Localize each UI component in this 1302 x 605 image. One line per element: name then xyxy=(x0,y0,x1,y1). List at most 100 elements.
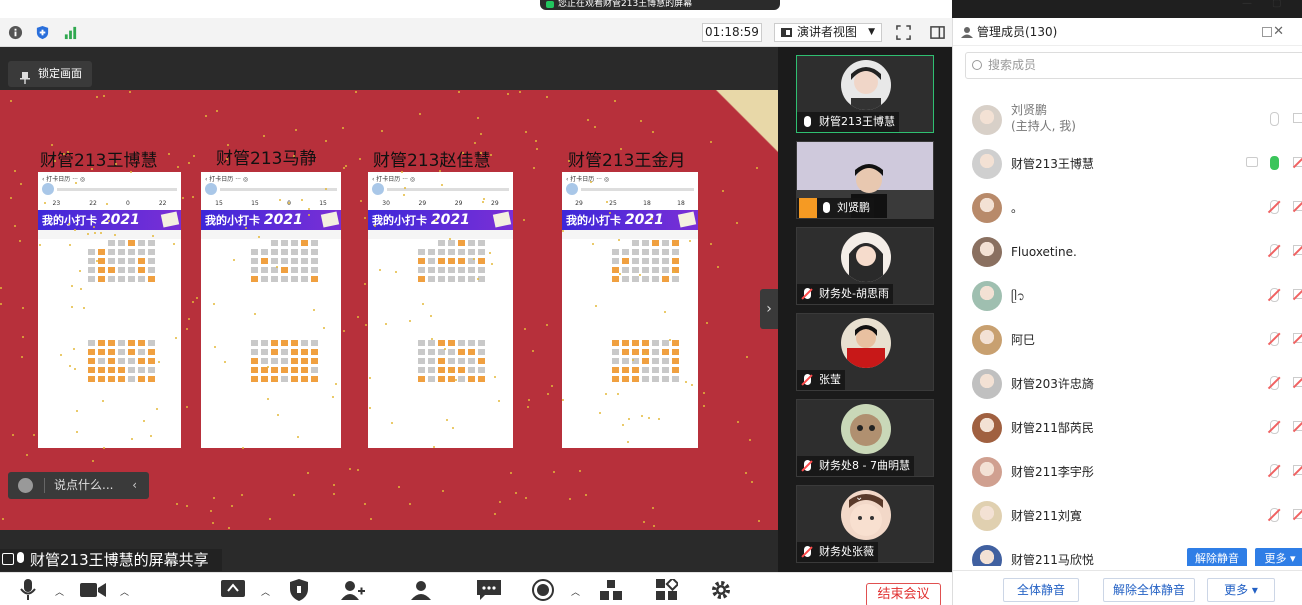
close-icon[interactable]: ✕ xyxy=(1273,18,1284,46)
member-row[interactable]: 财管211刘寛 xyxy=(953,494,1302,538)
end-meeting-button[interactable]: 结束会议 xyxy=(866,583,941,605)
signal-icon[interactable] xyxy=(62,24,78,40)
chat-icon[interactable] xyxy=(476,579,502,601)
mic-icon[interactable] xyxy=(1270,112,1279,126)
camera-off-icon[interactable] xyxy=(1293,157,1302,167)
sparkle-decoration xyxy=(216,110,218,112)
sparkle-decoration xyxy=(515,492,517,494)
member-row[interactable]: 财管203许忠旖 xyxy=(953,362,1302,406)
emoji-icon[interactable] xyxy=(18,478,33,493)
chevron-up-icon[interactable]: ︿ xyxy=(571,585,580,598)
camera-off-icon[interactable] xyxy=(1293,465,1302,475)
camera-off-icon[interactable] xyxy=(1293,421,1302,431)
settings-gear-icon[interactable] xyxy=(708,579,734,601)
camera-off-icon[interactable] xyxy=(1293,333,1302,343)
member-row[interactable]: Fluoxetine. xyxy=(953,230,1302,274)
chevron-down-icon[interactable]: ⌄ xyxy=(855,492,863,503)
mic-icon[interactable] xyxy=(1270,156,1279,170)
mute-all-button[interactable]: 全体静音 xyxy=(1003,578,1079,602)
sparkle-decoration xyxy=(483,198,485,200)
video-tile[interactable]: 刘贤鹏 xyxy=(796,141,934,219)
sparkle-decoration xyxy=(80,288,82,290)
calendar-grid xyxy=(612,340,679,382)
more-options-button[interactable]: 更多 ▾ xyxy=(1207,578,1275,602)
sparkle-decoration xyxy=(759,92,761,94)
sparkle-decoration xyxy=(360,200,362,202)
lock-view-button[interactable]: 锁定画面 xyxy=(8,61,92,87)
member-row[interactable]: 财管211马欣悦 解除静音 更多 ▾ xyxy=(953,538,1302,566)
chevron-up-icon[interactable]: ︿ xyxy=(55,585,64,598)
video-tile[interactable]: 财务处-胡思雨 xyxy=(796,227,934,305)
camera-off-icon[interactable] xyxy=(1293,509,1302,519)
members-icon[interactable] xyxy=(408,579,434,601)
mic-muted-icon[interactable] xyxy=(1270,464,1279,478)
info-icon[interactable] xyxy=(7,24,23,40)
member-row[interactable]: 。 xyxy=(953,186,1302,230)
chevron-left-icon[interactable]: ‹ xyxy=(132,472,137,499)
sparkle-decoration xyxy=(308,214,310,216)
sparkle-decoration xyxy=(532,350,534,352)
mic-icon[interactable] xyxy=(18,579,38,601)
sparkle-decoration xyxy=(689,240,691,242)
sparkle-decoration xyxy=(369,407,371,409)
mic-muted-icon[interactable] xyxy=(1270,420,1279,434)
sparkle-decoration xyxy=(444,348,446,350)
camera-icon[interactable] xyxy=(1293,113,1302,123)
mic-muted-icon[interactable] xyxy=(1270,332,1279,346)
mic-muted-icon[interactable] xyxy=(1270,288,1279,302)
chat-input[interactable]: 说点什么... ‹ xyxy=(8,472,149,499)
apps-icon[interactable] xyxy=(598,579,624,601)
sparkle-decoration xyxy=(130,171,132,173)
sparkle-decoration xyxy=(449,238,451,240)
popout-icon[interactable] xyxy=(1262,27,1272,37)
sparkle-decoration xyxy=(60,354,62,356)
video-tile[interactable]: 财管213王博慧 xyxy=(796,55,934,133)
member-row[interactable]: ᥫ᭡ xyxy=(953,274,1302,318)
sparkle-decoration xyxy=(652,507,654,509)
security-shield-icon[interactable] xyxy=(34,24,50,40)
member-row[interactable]: 刘贤鹏 (主持人, 我) xyxy=(953,98,1302,142)
fullscreen-icon[interactable] xyxy=(895,24,911,40)
calendar-grid xyxy=(251,340,318,382)
chevron-up-icon[interactable]: ︿ xyxy=(120,585,129,598)
maximize-icon[interactable]: ▢ xyxy=(1272,0,1281,9)
sidebar-toggle-icon[interactable] xyxy=(929,24,945,40)
sparkle-decoration xyxy=(176,503,178,505)
mic-muted-icon[interactable] xyxy=(1270,244,1279,258)
share-notice-banner[interactable]: 您正在观看财管213王博慧的屏幕 xyxy=(540,0,780,10)
view-mode-select[interactable]: 演讲者视图 ▼ xyxy=(774,23,882,42)
member-row[interactable]: 财管211李宇彤 xyxy=(953,450,1302,494)
mic-muted-icon[interactable] xyxy=(1270,200,1279,214)
invite-member-icon[interactable] xyxy=(340,579,366,601)
member-row[interactable]: 财管211郜芮民 xyxy=(953,406,1302,450)
checkin-screenshot: ‹ 打卡日历 ··· ◎ 30 29 29 29 我的小打卡 2021 xyxy=(368,172,513,448)
screen-share-icon[interactable] xyxy=(220,579,246,601)
layout-grid-icon[interactable] xyxy=(654,579,680,601)
sparkle-decoration xyxy=(14,170,16,172)
camera-off-icon[interactable] xyxy=(1293,245,1302,255)
collapse-video-strip-button[interactable]: › xyxy=(760,289,778,329)
member-more-button[interactable]: 更多 ▾ xyxy=(1255,548,1302,566)
unmute-all-button[interactable]: 解除全体静音 xyxy=(1103,578,1195,602)
security-icon[interactable] xyxy=(288,579,310,601)
mic-muted-icon[interactable] xyxy=(1270,376,1279,390)
minimize-icon[interactable]: — xyxy=(1242,0,1252,9)
camera-off-icon[interactable] xyxy=(1293,377,1302,387)
video-tile[interactable]: 张莹 xyxy=(796,313,934,391)
camera-icon[interactable] xyxy=(80,579,106,601)
camera-off-icon[interactable] xyxy=(1293,289,1302,299)
record-icon[interactable] xyxy=(530,579,556,601)
sparkle-decoration xyxy=(76,431,78,433)
member-search-input[interactable]: 搜索成员 xyxy=(965,52,1302,79)
video-tile[interactable]: ⌄ 财务处张薇 xyxy=(796,485,934,563)
video-tile[interactable]: 财务处8 - 7曲明慧 xyxy=(796,399,934,477)
camera-off-icon[interactable] xyxy=(1293,201,1302,211)
sparkle-decoration xyxy=(364,217,366,219)
member-row[interactable]: 财管213王博慧 xyxy=(953,142,1302,186)
unmute-member-button[interactable]: 解除静音 xyxy=(1187,548,1247,566)
avatar xyxy=(972,413,1002,443)
mic-muted-icon[interactable] xyxy=(1270,508,1279,522)
chevron-up-icon[interactable]: ︿ xyxy=(261,585,270,598)
sparkle-decoration xyxy=(648,417,650,419)
member-row[interactable]: 阿巳 xyxy=(953,318,1302,362)
